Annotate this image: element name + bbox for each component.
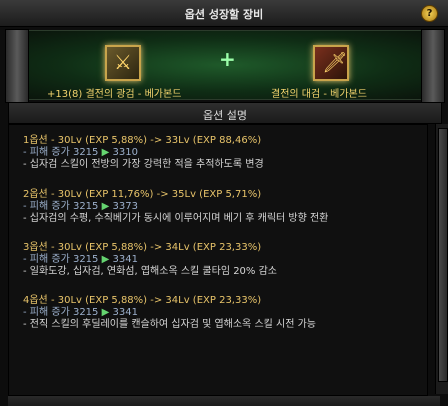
option-block: 1옵션 - 30Lv (EXP 5,88%) -> 33Lv (EXP 88,4… (23, 135, 264, 171)
right-item-icon[interactable]: 🗡 (313, 45, 349, 81)
section-title: 옵션 설명 (203, 109, 247, 122)
damage-to: 3341 (112, 307, 138, 318)
arrow-icon: ▶ (101, 254, 110, 265)
left-item-icon[interactable]: ⚔ (105, 45, 141, 81)
option-block: 3옵션 - 30Lv (EXP 5,88%) -> 34Lv (EXP 23,3… (23, 242, 277, 278)
damage-line: - 피해 증가 3215 ▶ 3310 (23, 147, 264, 159)
section-header: 옵션 설명 (8, 102, 442, 124)
option-block: 2옵션 - 30Lv (EXP 11,76%) -> 35Lv (EXP 5,7… (23, 189, 328, 225)
damage-prefix: - 피해 증가 (23, 147, 73, 158)
bottom-edge (8, 396, 440, 406)
damage-to: 3310 (112, 147, 138, 158)
arrow-icon: ▶ (101, 147, 110, 158)
plus-icon: + (219, 47, 236, 71)
option-block: 4옵션 - 30Lv (EXP 5,88%) -> 34Lv (EXP 23,3… (23, 295, 316, 331)
damage-from: 3215 (72, 201, 99, 212)
left-item-label: +13(8) 결전의 광검 - 베가본드 (47, 89, 182, 100)
option-title: 3옵션 - 30Lv (EXP 5,88%) -> 34Lv (EXP 23,3… (23, 242, 262, 253)
sword-icon: ⚔ (114, 50, 132, 74)
greatsword-icon: 🗡 (322, 50, 348, 74)
damage-prefix: - 피해 증가 (23, 201, 73, 212)
damage-from: 3215 (72, 307, 99, 318)
damage-line: - 피해 증가 3215 ▶ 3341 (23, 254, 277, 266)
option-description: - 십자검의 수평, 수직베기가 동시에 이루어지며 베기 후 캐릭터 방향 전… (23, 213, 329, 224)
option-description-panel: 1옵션 - 30Lv (EXP 5,88%) -> 33Lv (EXP 88,4… (8, 124, 428, 396)
option-description: - 일화도강, 십자검, 연화섬, 엽해소옥 스킬 쿨타임 20% 감소 (23, 266, 278, 277)
option-description: - 십자검 스킬이 전방의 가장 강력한 적을 추적하도록 변경 (23, 159, 264, 170)
help-button[interactable]: ? (421, 5, 438, 22)
damage-prefix: - 피해 증가 (23, 254, 73, 265)
scrollbar-thumb[interactable] (438, 128, 448, 382)
scroll-cap-left (5, 29, 29, 103)
damage-line: - 피해 증가 3215 ▶ 3373 (23, 201, 328, 213)
arrow-icon: ▶ (101, 307, 110, 318)
option-title: 2옵션 - 30Lv (EXP 11,76%) -> 35Lv (EXP 5,7… (23, 189, 262, 200)
arrow-icon: ▶ (101, 201, 110, 212)
option-title: 4옵션 - 30Lv (EXP 5,88%) -> 34Lv (EXP 23,3… (23, 295, 262, 306)
damage-to: 3373 (112, 201, 138, 212)
damage-prefix: - 피해 증가 (23, 307, 73, 318)
vertical-scrollbar[interactable] (435, 124, 448, 394)
damage-from: 3215 (72, 254, 99, 265)
window-titlebar: 옵션 성장할 장비 ? (0, 0, 448, 27)
option-title: 1옵션 - 30Lv (EXP 5,88%) -> 33Lv (EXP 88,4… (23, 135, 262, 146)
scroll-cap-right (421, 29, 445, 103)
damage-from: 3215 (72, 147, 99, 158)
right-item-label: 결전의 대검 - 베가본드 (271, 89, 367, 100)
window-title: 옵션 성장할 장비 (184, 8, 264, 21)
damage-line: - 피해 증가 3215 ▶ 3341 (23, 307, 316, 319)
option-description: - 전직 스킬의 후딜레이를 캔슬하여 십자검 및 엽해소옥 스킬 시전 가능 (23, 319, 316, 330)
damage-to: 3341 (112, 254, 138, 265)
